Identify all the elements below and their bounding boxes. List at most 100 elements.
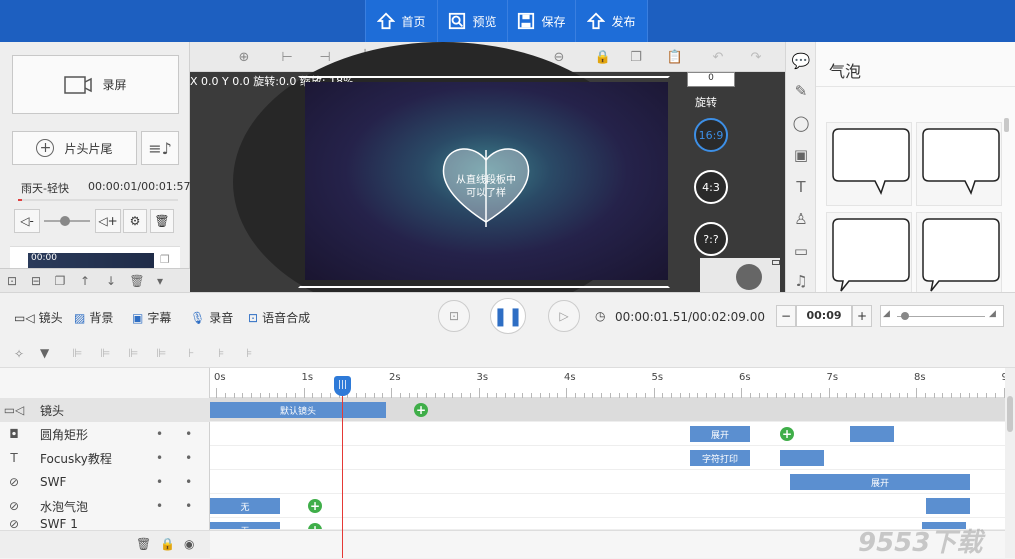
image-tool-icon[interactable]: ▣: [792, 146, 810, 164]
shape-tool-icon[interactable]: ◯: [792, 114, 810, 132]
split-icon[interactable]: ⊦: [188, 346, 194, 360]
clip-default-camera[interactable]: 默认镜头: [210, 402, 386, 418]
clip-expand[interactable]: 展开: [790, 474, 970, 490]
tab-background[interactable]: ▨ 背景: [74, 309, 113, 326]
music-delete-button[interactable]: 🗑: [150, 209, 174, 233]
clip-effect[interactable]: [926, 498, 970, 514]
ratio-custom-button[interactable]: ?:?: [694, 222, 728, 256]
paste-icon[interactable]: 📋: [666, 48, 684, 66]
keyframe-add-icon[interactable]: +: [780, 427, 794, 441]
copy-icon[interactable]: ❐: [160, 253, 170, 266]
slide-thumbnail[interactable]: 00:00: [28, 253, 154, 269]
volume-slider[interactable]: [44, 216, 90, 226]
next-frame-button[interactable]: ▷: [548, 300, 580, 332]
preview-button[interactable]: 预览: [437, 0, 507, 42]
rotation-input[interactable]: 0: [687, 72, 735, 87]
insert-slide-icon[interactable]: ⊡: [0, 274, 24, 288]
tab-subtitle[interactable]: ▣ 字幕: [132, 309, 171, 326]
pause-button[interactable]: ❚❚: [490, 298, 526, 334]
track-row[interactable]: ⊘ 水泡气泡 • •: [0, 494, 210, 518]
track-row[interactable]: T Focusky教程 • •: [0, 446, 210, 470]
track-row[interactable]: ⊘ SWF • •: [0, 470, 210, 494]
record-screen-button[interactable]: 录屏: [12, 55, 179, 114]
character-tool-icon[interactable]: ♙: [792, 210, 810, 228]
tab-camera[interactable]: ▭◁ 镜头: [14, 309, 63, 326]
clip-typewriter[interactable]: 字符打印: [690, 450, 750, 466]
duplicate-slide-icon[interactable]: ❐: [48, 274, 72, 288]
scroll-thumb[interactable]: [1007, 396, 1013, 432]
text-tool-icon[interactable]: T: [792, 178, 810, 196]
track-row[interactable]: ◘ 圆角矩形 • •: [0, 422, 210, 446]
time-ruler[interactable]: 0s1s2s3s4s5s6s7s8s9s: [210, 368, 1005, 398]
track-row[interactable]: ⊘ SWF 1: [0, 518, 210, 530]
pen-tool-icon[interactable]: ✎: [792, 82, 810, 100]
keyframe-add-icon[interactable]: +: [414, 403, 428, 417]
keyframe-add-icon[interactable]: +: [308, 523, 322, 529]
publish-button[interactable]: 发布: [575, 0, 648, 42]
step-plus-button[interactable]: +: [852, 305, 872, 327]
intro-outro-button[interactable]: + 片头片尾: [12, 131, 137, 165]
ratio-4-3-button[interactable]: 4:3: [694, 170, 728, 204]
music-progress[interactable]: [18, 199, 178, 201]
track-row[interactable]: ▭◁ 镜头: [0, 398, 210, 422]
lock-track-icon[interactable]: 🔒: [160, 537, 175, 551]
save-button[interactable]: 保存: [507, 0, 575, 42]
delete-slide-icon[interactable]: 🗑: [124, 274, 150, 288]
music-settings-button[interactable]: ⚙: [123, 209, 147, 233]
keyframe-add-icon[interactable]: +: [308, 499, 322, 513]
music-tool-icon[interactable]: ♫: [792, 272, 810, 290]
delete-track-icon[interactable]: 🗑: [136, 537, 151, 551]
visibility-dot[interactable]: •: [156, 427, 163, 441]
clip-effect[interactable]: [780, 450, 824, 466]
volume-up-button[interactable]: ◁+: [95, 209, 121, 233]
edit-slide-icon[interactable]: ⊟: [24, 274, 48, 288]
clip-expand[interactable]: 展开: [690, 426, 750, 442]
step-value-input[interactable]: 00:09: [796, 305, 852, 327]
align-left-icon[interactable]: ⊢: [278, 48, 296, 66]
distribute-icon[interactable]: ⊫: [156, 346, 166, 360]
clip-effect[interactable]: [850, 426, 894, 442]
folder-tool-icon[interactable]: ▭: [792, 242, 810, 260]
bubble-item[interactable]: [916, 122, 1002, 206]
align-track-left-icon[interactable]: ⊫: [72, 346, 82, 360]
clip-none[interactable]: 无: [210, 522, 280, 529]
align-track-right-icon[interactable]: ⊫: [128, 346, 138, 360]
zoom-fit-icon[interactable]: ⊕: [235, 48, 253, 66]
prev-frame-button[interactable]: ⊡: [438, 300, 470, 332]
visibility-dot[interactable]: •: [156, 499, 163, 513]
merge-icon[interactable]: ⊧: [218, 346, 224, 360]
zoom-slider-handle[interactable]: [901, 312, 909, 320]
visibility-dot[interactable]: •: [156, 451, 163, 465]
maximize-icon[interactable]: [772, 260, 780, 265]
bubble-item[interactable]: [826, 122, 912, 206]
canvas-stage[interactable]: X 0.0 Y 0.0 旋转:0.0 缩放: 18% 从直线段板中 可以了样: [190, 42, 690, 322]
lock-dot[interactable]: •: [185, 427, 192, 441]
ratio-16-9-button[interactable]: 16:9: [694, 118, 728, 152]
eye-icon[interactable]: ◉: [184, 537, 194, 551]
bubble-tool-icon[interactable]: 💬: [792, 52, 811, 70]
move-up-icon[interactable]: ↑: [72, 274, 98, 288]
playhead-handle[interactable]: |||: [334, 376, 351, 396]
visibility-dot[interactable]: •: [156, 475, 163, 489]
move-down-icon[interactable]: ↓: [98, 274, 124, 288]
add-keyframe-icon[interactable]: ✧: [14, 347, 24, 361]
timeline-scrollbar[interactable]: [1005, 368, 1015, 558]
scroll-down-icon[interactable]: ▾: [150, 274, 170, 288]
lock-icon[interactable]: 🔒: [594, 48, 612, 66]
redo-icon[interactable]: ↷: [747, 48, 765, 66]
filter-icon[interactable]: ▼: [40, 346, 49, 360]
panel-scrollbar[interactable]: [1004, 118, 1009, 132]
tab-tts[interactable]: ⊡ 语音合成: [248, 309, 310, 326]
music-list-button[interactable]: ≡♪: [141, 131, 179, 165]
align-track-center-icon[interactable]: ⊫: [100, 346, 110, 360]
lock-dot[interactable]: •: [185, 499, 192, 513]
lock-dot[interactable]: •: [185, 475, 192, 489]
clip-none[interactable]: 无: [210, 498, 280, 514]
bubble-item[interactable]: [916, 212, 1002, 296]
volume-down-button[interactable]: ◁-: [14, 209, 40, 233]
zoom-slider[interactable]: ◢ ◢: [880, 305, 1004, 327]
bubble-item[interactable]: [826, 212, 912, 296]
spread-icon[interactable]: ⊧: [246, 346, 252, 360]
home-button[interactable]: 首页: [365, 0, 437, 42]
navigator-preview[interactable]: [700, 258, 780, 292]
